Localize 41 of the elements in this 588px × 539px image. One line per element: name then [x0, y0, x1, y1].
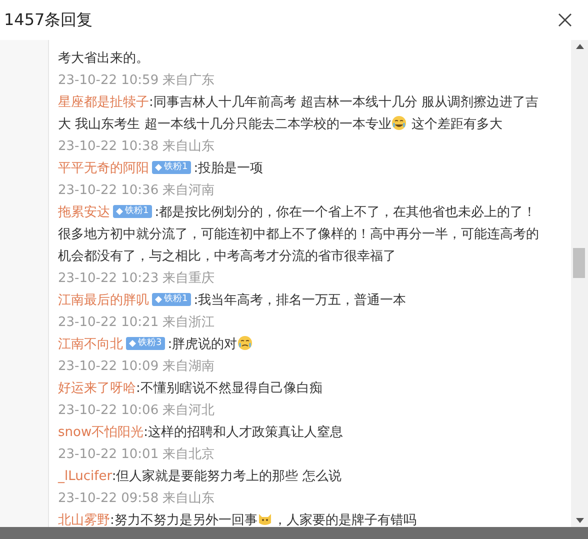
scroll-down-icon[interactable]: [576, 518, 584, 523]
reply-text: 星座都是扯犊子:同事吉林人十几年前高考 超吉林一本线十几分 服从调剂擦边进了吉大 我山东考生 超一本线十几分只能去二本学校的一本专业 这个差距有多大: [58, 94, 540, 134]
username-link[interactable]: 北山雾野: [58, 513, 110, 527]
reply-text: 考大省出来的。: [58, 50, 150, 68]
fan-badge: 铁粉3: [126, 337, 165, 350]
reply-text: 平平无奇的阿阳 铁粉1 :投胎是一项: [58, 160, 264, 178]
reply-time: 23-10-22 10:01 来自北京: [58, 446, 216, 464]
reply-text: 好运来了呀哈:不懂别瞎说不然显得自己像白痴: [58, 380, 324, 398]
scrollbar-thumb[interactable]: [573, 248, 585, 278]
reply-text: snow不怕阳光:这样的招聘和人才政策真让人窒息: [58, 424, 344, 442]
crying-face-icon: [237, 335, 254, 351]
cat-face-icon: [257, 511, 274, 527]
fan-badge: 铁粉1: [152, 293, 191, 306]
username-link[interactable]: 江南最后的胖叽: [58, 293, 149, 308]
reply-time: 23-10-22 10:59 来自广东: [58, 72, 216, 90]
fan-badge: 铁粉1: [113, 205, 152, 218]
reply-text: 江南最后的胖叽 铁粉1 :我当年高考，排名一万五，普通一本: [58, 292, 408, 310]
reply-time: 23-10-22 10:23 来自重庆: [58, 270, 216, 288]
reply-text: 北山雾野:努力不努力是另外一回事 ，人家要的是牌子有错吗: [58, 510, 418, 527]
username-link[interactable]: snow不怕阳光: [58, 425, 144, 440]
reply-time: 23-10-22 09:58 来自山东: [58, 490, 216, 508]
username-link[interactable]: _lLucifer: [58, 469, 112, 484]
reply-time: 23-10-22 10:09 来自湖南: [58, 358, 216, 376]
username-link[interactable]: 星座都是扯犊子: [58, 95, 149, 110]
reply-text: _lLucifer:但人家就是要能努力考上的那些 怎么说: [58, 468, 342, 486]
reply-text: 江南不向北 铁粉3 :胖虎说的对: [58, 334, 549, 356]
scroll-up-icon[interactable]: [576, 44, 584, 49]
username-link[interactable]: 江南不向北: [58, 337, 123, 352]
laughing-face-icon: [391, 115, 408, 131]
username-link[interactable]: 好运来了呀哈: [58, 381, 136, 396]
fan-badge: 铁粉1: [152, 161, 191, 174]
reply-time: 23-10-22 10:36 来自河南: [58, 182, 216, 200]
scrollbar[interactable]: [571, 40, 588, 527]
dialog-title: 1457条回复: [4, 10, 93, 30]
username-link[interactable]: 拖累安达: [58, 205, 110, 220]
reply-time: 23-10-22 10:21 来自浙江: [58, 314, 216, 332]
reply-time: 23-10-22 10:06 来自河北: [58, 402, 216, 420]
close-button[interactable]: [556, 11, 574, 29]
username-link[interactable]: 平平无奇的阿阳: [58, 161, 149, 176]
reply-text: 拖累安达 铁粉1 :都是按比例划分的，你在一个省上不了，在其他省也未必上的了！很多地方初中就分流了，可能连初中都上不了像样的！高中再分一半，可能连高考的机会都没有了，与之相比，中考高考才分流的省市很幸福了: [58, 204, 540, 266]
reply-time: 23-10-22 10:38 来自山东: [58, 138, 216, 156]
